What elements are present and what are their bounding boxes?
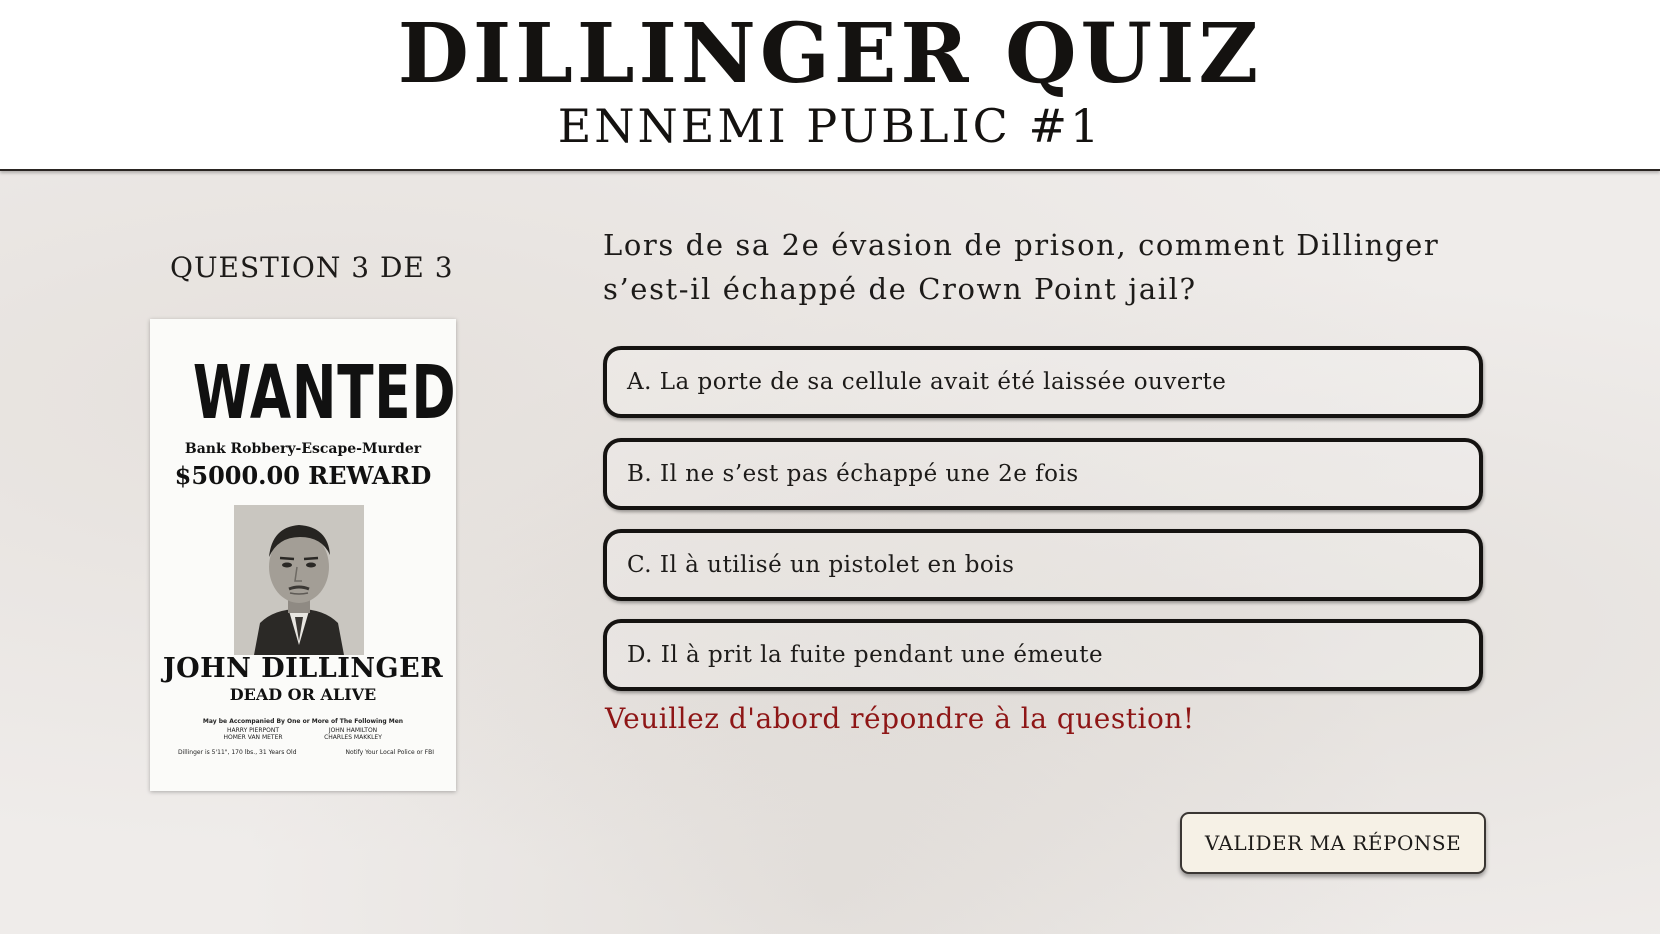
error-message: Veuillez d'abord répondre à la question!: [605, 702, 1195, 735]
answer-label-a: A. La porte de sa cellule avait été lais…: [627, 369, 1227, 395]
answer-label-d: D. Il à prit la fuite pendant une émeute: [627, 642, 1104, 668]
answer-label-c: C. Il à utilisé un pistolet en bois: [627, 552, 1015, 578]
question-text: Lors de sa 2e évasion de prison, comment…: [603, 228, 1440, 306]
poster-footer-right: Notify Your Local Police or FBI: [345, 749, 434, 756]
header: DILLINGER QUIZ ENNEMI PUBLIC #1: [0, 0, 1660, 171]
poster-name: JOHN DILLINGER: [162, 653, 444, 684]
page-title: DILLINGER QUIZ: [397, 6, 1263, 102]
answer-option-d[interactable]: D. Il à prit la fuite pendant une émeute: [603, 619, 1483, 691]
submit-answer-button[interactable]: VALIDER MA RÉPONSE: [1180, 812, 1486, 874]
question-counter: QUESTION 3 DE 3: [170, 251, 454, 284]
poster-accomplices-heading: May be Accompanied By One or More of The…: [202, 718, 404, 725]
answer-option-c[interactable]: C. Il à utilisé un pistolet en bois: [603, 529, 1483, 601]
answer-label-b: B. Il ne s’est pas échappé une 2e fois: [627, 461, 1079, 487]
poster-footer-left: Dillinger is 5'11", 170 lbs., 31 Years O…: [178, 749, 297, 756]
poster-status: DEAD OR ALIVE: [229, 685, 377, 704]
answer-option-b[interactable]: B. Il ne s’est pas échappé une 2e fois: [603, 438, 1483, 510]
answer-option-a[interactable]: A. La porte de sa cellule avait été lais…: [603, 346, 1483, 418]
poster-accomplices-left: HARRY PIERPONT HOMER VAN METER: [223, 727, 283, 741]
poster-accomplices-right: JOHN HAMILTON CHARLES MAKKLEY: [324, 727, 382, 741]
poster-reward: $5000.00 REWARD: [174, 461, 432, 490]
page-subtitle: ENNEMI PUBLIC #1: [557, 99, 1103, 153]
wanted-poster-image: WANTED Bank Robbery-Escape-Murder $5000.…: [150, 319, 456, 791]
mugshot-photo: [234, 505, 364, 655]
quiz-area: QUESTION 3 DE 3 WANTED Bank Robbery-Esca…: [0, 171, 1660, 934]
poster-crimes: Bank Robbery-Escape-Murder: [184, 441, 422, 457]
poster-wanted-heading: WANTED: [192, 350, 457, 436]
mugshot-illustration: [234, 505, 364, 655]
